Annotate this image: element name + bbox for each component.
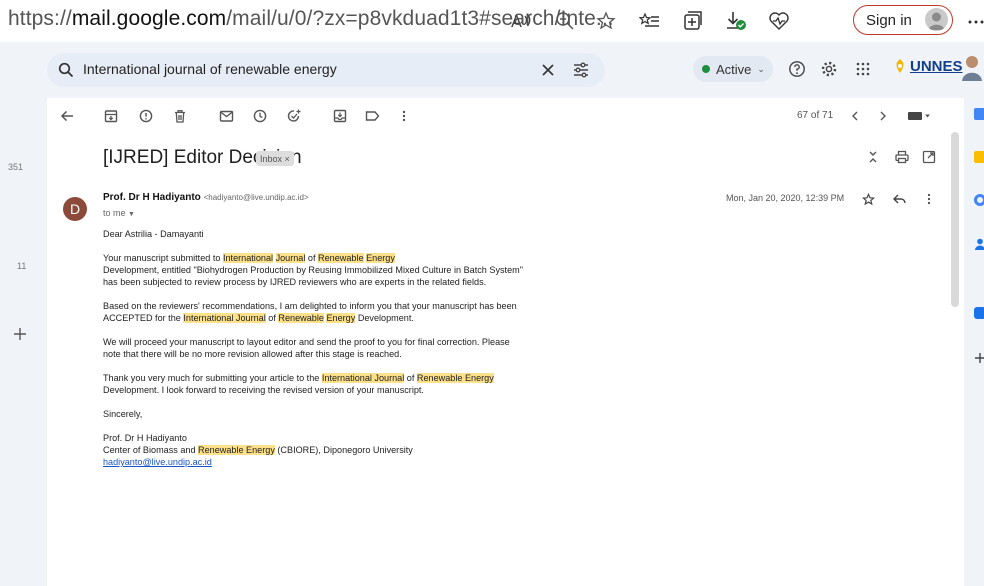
calendar-app-icon[interactable] bbox=[974, 108, 984, 120]
browser-essentials-icon[interactable] bbox=[766, 8, 792, 34]
delete-trash-icon[interactable] bbox=[170, 106, 190, 126]
svg-text:A: A bbox=[511, 12, 522, 31]
organization-logo[interactable]: UNNES bbox=[893, 54, 963, 78]
profile-avatar-icon bbox=[925, 8, 948, 31]
search-icon[interactable] bbox=[58, 62, 74, 78]
sign-in-label: Sign in bbox=[866, 11, 912, 29]
recipient-details[interactable]: to me ▼ bbox=[103, 208, 135, 218]
add-icon[interactable] bbox=[13, 327, 27, 341]
signature-email-link[interactable]: hadiyanto@live.undip.ac.id bbox=[103, 457, 212, 467]
label-tag-icon[interactable] bbox=[362, 106, 382, 126]
closing: Sincerely, bbox=[103, 409, 143, 419]
organization-logo-text: UNNES bbox=[910, 57, 963, 75]
text-run: Center of Biomass and bbox=[103, 445, 199, 455]
recipient-label: to me bbox=[103, 208, 126, 218]
search-highlight: International Journal bbox=[183, 313, 266, 323]
url-scheme: https:// bbox=[8, 7, 72, 30]
unnes-emblem-icon bbox=[896, 59, 904, 73]
chat-count-badge: 11 bbox=[17, 261, 27, 271]
move-to-icon[interactable] bbox=[330, 106, 350, 126]
back-arrow-icon[interactable] bbox=[57, 106, 77, 126]
keep-app-icon[interactable] bbox=[974, 151, 984, 163]
dropdown-caret-icon: ▼ bbox=[128, 211, 135, 218]
search-highlight: Renewable bbox=[318, 253, 364, 263]
newer-chevron-icon[interactable] bbox=[845, 106, 865, 126]
mark-unread-icon[interactable] bbox=[216, 106, 236, 126]
signature-name: Prof. Dr H Hadiyanto bbox=[103, 433, 187, 443]
search-highlight: Renewable bbox=[278, 313, 324, 323]
collections-icon[interactable] bbox=[680, 8, 706, 34]
clear-search-icon[interactable] bbox=[540, 62, 556, 78]
search-input[interactable]: International journal of renewable energ… bbox=[83, 61, 337, 77]
reply-icon[interactable] bbox=[893, 193, 906, 205]
sender-email: <hadiyanto@live.undip.ac.id> bbox=[203, 193, 309, 202]
status-label: Active bbox=[716, 61, 752, 77]
text-run: Development, entitled "Biohydrogen Produ… bbox=[103, 265, 523, 287]
favorite-star-icon[interactable] bbox=[593, 8, 619, 34]
body-paragraph-4: Thank you very much for submitting your … bbox=[103, 372, 523, 396]
email-timestamp: Mon, Jan 20, 2020, 12:39 PM bbox=[726, 193, 845, 203]
add-task-icon[interactable] bbox=[284, 106, 304, 126]
body-paragraph-3: We will proceed your manuscript to layou… bbox=[103, 337, 510, 359]
star-icon[interactable] bbox=[862, 193, 875, 206]
body-paragraph-2: Based on the reviewers' recommendations,… bbox=[103, 300, 523, 324]
side-panel-rail bbox=[964, 98, 984, 586]
sender-avatar[interactable]: D bbox=[63, 197, 87, 221]
search-highlight: International Journal bbox=[321, 373, 405, 383]
scrollbar-thumb[interactable] bbox=[951, 132, 959, 307]
status-dot-icon bbox=[702, 65, 710, 73]
snooze-clock-icon[interactable] bbox=[250, 106, 270, 126]
search-highlight: International bbox=[222, 253, 274, 263]
more-actions-icon[interactable] bbox=[394, 106, 414, 126]
zoom-icon[interactable] bbox=[552, 8, 578, 34]
search-highlight: Energy bbox=[326, 313, 356, 323]
keyboard-input-icon[interactable] bbox=[906, 106, 932, 126]
get-addons-plus-icon[interactable] bbox=[974, 352, 984, 364]
search-highlight: Renewable Energy bbox=[198, 445, 275, 455]
search-options-icon[interactable] bbox=[572, 61, 590, 79]
collapse-all-icon[interactable] bbox=[867, 150, 879, 164]
body-paragraph-1: Your manuscript submitted to Internation… bbox=[103, 252, 523, 288]
text-run: Development. bbox=[357, 313, 414, 323]
email-body: Dear Astrilia - Damayanti Your manuscrip… bbox=[103, 228, 523, 468]
greeting: Dear Astrilia - Damayanti bbox=[103, 229, 204, 239]
chevron-down-icon: ⌄ bbox=[757, 63, 765, 74]
settings-gear-icon[interactable] bbox=[820, 60, 838, 78]
text-run: of bbox=[406, 373, 415, 383]
text-run: Thank you very much for submitting your … bbox=[103, 373, 322, 383]
help-icon[interactable] bbox=[788, 60, 806, 78]
more-options-icon[interactable] bbox=[962, 8, 984, 34]
archive-icon[interactable] bbox=[101, 106, 121, 126]
read-aloud-icon[interactable]: A bbox=[508, 8, 534, 34]
report-spam-icon[interactable] bbox=[136, 106, 156, 126]
text-run: of bbox=[307, 253, 316, 263]
apps-grid-icon[interactable] bbox=[855, 61, 871, 77]
account-avatar[interactable] bbox=[960, 53, 984, 81]
downloads-icon[interactable] bbox=[723, 8, 749, 34]
status-dropdown[interactable]: Active ⌄ bbox=[693, 56, 773, 82]
sign-in-button[interactable]: Sign in bbox=[853, 5, 953, 35]
pagination-count: 67 of 71 bbox=[797, 110, 834, 121]
text-run: of bbox=[268, 313, 276, 323]
message-more-icon[interactable] bbox=[926, 193, 932, 205]
text-run: (CBIORE), Diponegoro University bbox=[274, 445, 413, 455]
mail-count-badge: 351 bbox=[8, 162, 24, 172]
print-icon[interactable] bbox=[895, 150, 909, 164]
contacts-app-icon[interactable] bbox=[975, 238, 984, 250]
tasks-app-icon[interactable] bbox=[974, 194, 984, 206]
search-highlight: Journal bbox=[275, 253, 306, 263]
favorites-list-icon[interactable] bbox=[637, 8, 663, 34]
open-new-window-icon[interactable] bbox=[922, 150, 936, 164]
signature: Prof. Dr H Hadiyanto Center of Biomass a… bbox=[103, 432, 523, 468]
inbox-label-chip[interactable]: Inbox × bbox=[256, 151, 294, 166]
zoom-addon-icon[interactable] bbox=[974, 307, 984, 319]
search-highlight: Renewable Energy bbox=[416, 373, 494, 383]
text-run: Development. I look forward to receiving… bbox=[103, 385, 424, 395]
search-highlight: Energy bbox=[366, 253, 395, 263]
sender-line: Prof. Dr H Hadiyanto <hadiyanto@live.und… bbox=[103, 192, 309, 203]
text-run: Your manuscript submitted to bbox=[103, 253, 223, 263]
url-domain: mail.google.com bbox=[71, 7, 227, 30]
sender-name[interactable]: Prof. Dr H Hadiyanto bbox=[103, 192, 201, 203]
older-chevron-icon[interactable] bbox=[873, 106, 893, 126]
